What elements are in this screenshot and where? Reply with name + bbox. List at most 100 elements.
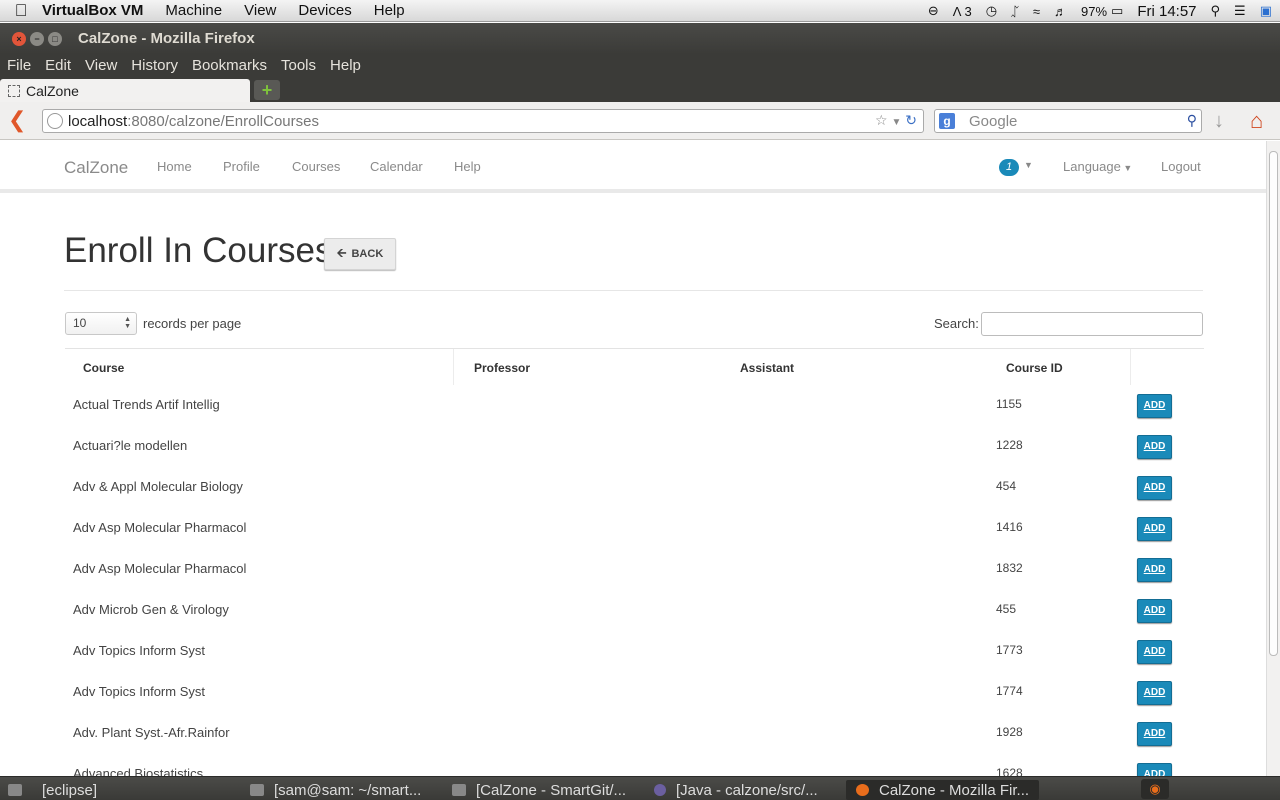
add-course-button[interactable]: ADD (1137, 435, 1172, 459)
battery-icon[interactable]: ▭ (1111, 3, 1123, 19)
column-header-professor[interactable]: Professor (474, 361, 530, 375)
page-scrollbar[interactable] (1266, 141, 1280, 776)
table-row: Adv Asp Molecular Pharmacol 1832 ADD (65, 548, 1204, 589)
bookmark-star-icon[interactable]: ☆ (875, 112, 888, 128)
nav-link-profile[interactable]: Profile (223, 159, 260, 174)
course-name: Adv. Plant Syst.-Afr.Rainfor (73, 725, 230, 740)
add-course-button[interactable]: ADD (1137, 476, 1172, 500)
nav-link-help[interactable]: Help (454, 159, 481, 174)
site-identity-icon[interactable] (47, 113, 63, 129)
add-course-button[interactable]: ADD (1137, 599, 1172, 623)
wifi-icon[interactable]: ≈ (1033, 4, 1040, 19)
course-name: Adv Topics Inform Syst (73, 684, 205, 699)
course-name: Advanced Biostatistics (73, 766, 204, 776)
column-separator (1130, 349, 1131, 385)
menubar-item-machine[interactable]: Machine (165, 2, 222, 19)
browser-search-bar[interactable]: g Google ⚲ (934, 109, 1202, 133)
search-label: Search: (934, 316, 979, 331)
taskbar-item-firefox[interactable]: CalZone - Mozilla Fir... (846, 780, 1040, 800)
add-course-button[interactable]: ADD (1137, 681, 1172, 705)
table-row: Advanced Biostatistics 1628 ADD (65, 753, 1204, 776)
browser-menu-help[interactable]: Help (330, 57, 361, 74)
browser-menu-file[interactable]: File (7, 57, 31, 74)
browser-menu-tools[interactable]: Tools (281, 57, 316, 74)
chevron-down-icon[interactable]: ▼ (1024, 160, 1033, 170)
browser-menu-view[interactable]: View (85, 57, 117, 74)
back-button[interactable]: 🡨 BACK (324, 238, 396, 270)
search-placeholder: Google (969, 112, 1018, 130)
browser-menu-bookmarks[interactable]: Bookmarks (192, 57, 267, 74)
bluetooth-icon[interactable]: ᛢ (1011, 4, 1019, 19)
browser-back-icon[interactable]: ❮ (8, 109, 26, 131)
app-brand[interactable]: CalZone (64, 158, 128, 178)
reload-icon[interactable]: ↻ (905, 112, 917, 128)
add-course-button[interactable]: ADD (1137, 517, 1172, 541)
column-separator (453, 349, 454, 385)
table-header: Course Professor Assistant Course ID (65, 348, 1204, 385)
nav-link-calendar[interactable]: Calendar (370, 159, 423, 174)
add-course-button[interactable]: ADD (1137, 394, 1172, 418)
table-row: Adv Microb Gen & Virology 455 ADD (65, 589, 1204, 630)
adobe-icon[interactable]: Λ (953, 4, 962, 19)
language-dropdown[interactable]: Language ▼ (1063, 159, 1132, 174)
taskbar-item-terminal[interactable]: [sam@sam: ~/smart... (250, 780, 421, 800)
taskbar-label: [sam@sam: ~/smart... (274, 781, 422, 799)
google-icon[interactable]: g (939, 113, 955, 129)
course-id: 1228 (996, 438, 1023, 452)
search-icon[interactable]: ⚲ (1187, 112, 1197, 129)
adobe-count: 3 (964, 3, 972, 19)
add-course-button[interactable]: ADD (1137, 640, 1172, 664)
new-tab-button[interactable]: + (254, 80, 280, 100)
window-minimize-button[interactable]: − (30, 31, 44, 46)
course-id: 1832 (996, 561, 1023, 575)
taskbar-item-smartgit[interactable]: [CalZone - SmartGit/... (452, 780, 626, 800)
nav-link-home[interactable]: Home (157, 159, 192, 174)
chevron-down-icon: ▼ (1120, 163, 1133, 173)
logout-link[interactable]: Logout (1161, 159, 1201, 174)
add-course-button[interactable]: ADD (1137, 558, 1172, 582)
notification-badge[interactable]: 1 (999, 159, 1019, 176)
scrollbar-thumb[interactable] (1269, 151, 1278, 656)
course-table-body: Actual Trends Artif Intellig 1155 ADD Ac… (65, 384, 1204, 776)
home-icon[interactable]: ⌂ (1250, 108, 1263, 134)
spotlight-icon[interactable]: ⚲ (1211, 3, 1221, 19)
menubar-app-name[interactable]: VirtualBox VM (42, 2, 143, 19)
apple-icon[interactable]:  (0, 1, 42, 21)
course-name: Adv Asp Molecular Pharmacol (73, 520, 247, 535)
course-name: Adv Topics Inform Syst (73, 643, 205, 658)
browser-menubar: File Edit View History Bookmarks Tools H… (0, 54, 1280, 76)
url-bar[interactable]: localhost :8080/calzone/EnrollCourses ☆ … (42, 109, 924, 133)
taskbar-item-eclipse[interactable]: [eclipse] (8, 780, 97, 800)
window-close-button[interactable]: × (12, 31, 26, 46)
browser-menu-edit[interactable]: Edit (45, 57, 71, 74)
course-id: 1928 (996, 725, 1023, 739)
column-header-assistant[interactable]: Assistant (740, 361, 794, 375)
time-machine-icon[interactable]: ◷ (986, 3, 997, 19)
tab-calzone[interactable]: CalZone (0, 79, 250, 102)
taskbar-item-java[interactable]: [Java - calzone/src/... (654, 780, 818, 800)
browser-menu-history[interactable]: History (131, 57, 178, 74)
downloads-icon[interactable]: ↓ (1214, 110, 1224, 133)
menubar-item-view[interactable]: View (244, 2, 276, 19)
menubar-item-help[interactable]: Help (374, 2, 405, 19)
language-label: Language (1063, 159, 1121, 174)
column-header-course-id[interactable]: Course ID (1006, 361, 1063, 375)
menubar-item-devices[interactable]: Devices (298, 2, 351, 19)
url-dropdown-icon[interactable]: ▼ (891, 117, 901, 128)
table-search-input[interactable] (981, 312, 1203, 336)
column-header-course[interactable]: Course (83, 361, 124, 375)
window-maximize-button[interactable]: □ (48, 31, 62, 46)
status-circle-icon[interactable]: ⊖ (928, 3, 939, 19)
volume-icon[interactable]: ♬ (1054, 4, 1067, 19)
add-course-button[interactable]: ADD (1137, 763, 1172, 776)
firefox-tray-icon[interactable]: ◉ (1141, 779, 1169, 799)
back-button-label: BACK (351, 248, 384, 260)
vm-icon[interactable]: ▣ (1260, 3, 1272, 19)
nav-link-courses[interactable]: Courses (292, 159, 340, 174)
table-row: Actual Trends Artif Intellig 1155 ADD (65, 384, 1204, 425)
course-name: Adv Microb Gen & Virology (73, 602, 229, 617)
notification-list-icon[interactable]: ☰ (1234, 3, 1246, 19)
page-size-select[interactable]: 10 ▲ ▼ (65, 312, 137, 335)
add-course-button[interactable]: ADD (1137, 722, 1172, 746)
clock[interactable]: Fri 14:57 (1137, 3, 1196, 20)
